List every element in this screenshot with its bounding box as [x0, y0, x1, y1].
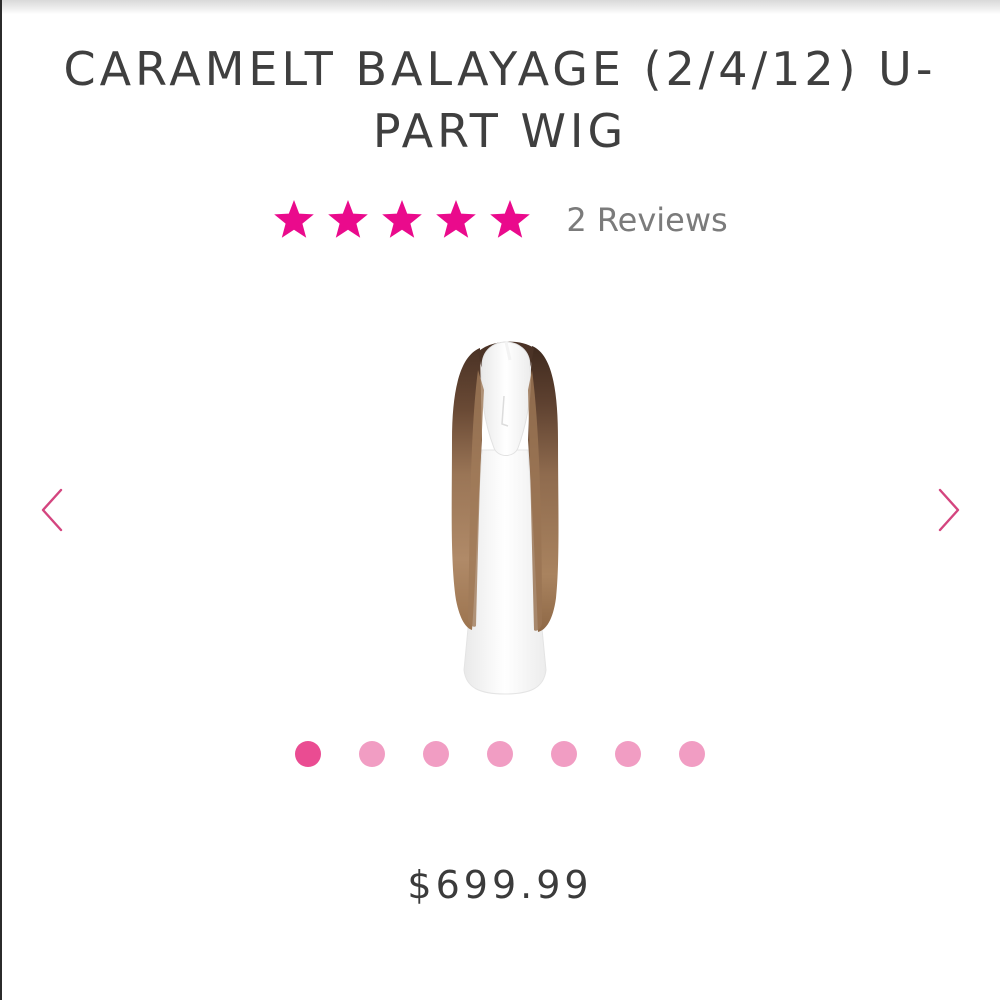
rating-row: 2 Reviews	[0, 195, 1000, 245]
carousel-dot[interactable]	[359, 741, 385, 767]
product-price: $699.99	[407, 863, 593, 907]
top-shadow-edge	[0, 0, 1000, 14]
chevron-right-icon	[938, 488, 960, 532]
carousel-dot[interactable]	[487, 741, 513, 767]
product-page: CARAMELT BALAYAGE (2/4/12) U- PART WIG 2…	[0, 0, 1000, 1000]
product-image[interactable]	[420, 330, 590, 710]
product-title-line-1: CARAMELT BALAYAGE (2/4/12) U-	[63, 42, 937, 96]
reviews-link[interactable]: 2 Reviews	[566, 198, 727, 242]
star-rating	[272, 198, 542, 242]
carousel-prev-button[interactable]	[33, 486, 73, 534]
chevron-left-icon	[41, 488, 63, 532]
wig-mannequin-image	[451, 341, 559, 695]
left-border-edge	[0, 0, 2, 1000]
carousel-dot[interactable]	[295, 741, 321, 767]
star-icon	[434, 198, 478, 242]
carousel-dot[interactable]	[615, 741, 641, 767]
carousel-dot[interactable]	[679, 741, 705, 767]
star-icon	[380, 198, 424, 242]
star-icon	[272, 198, 316, 242]
carousel-dot[interactable]	[423, 741, 449, 767]
carousel-dot[interactable]	[551, 741, 577, 767]
product-title: CARAMELT BALAYAGE (2/4/12) U- PART WIG	[20, 38, 980, 162]
star-icon	[488, 198, 532, 242]
carousel-pagination	[0, 740, 1000, 768]
star-icon	[326, 198, 370, 242]
product-title-line-2: PART WIG	[372, 104, 628, 158]
carousel-next-button[interactable]	[928, 486, 968, 534]
